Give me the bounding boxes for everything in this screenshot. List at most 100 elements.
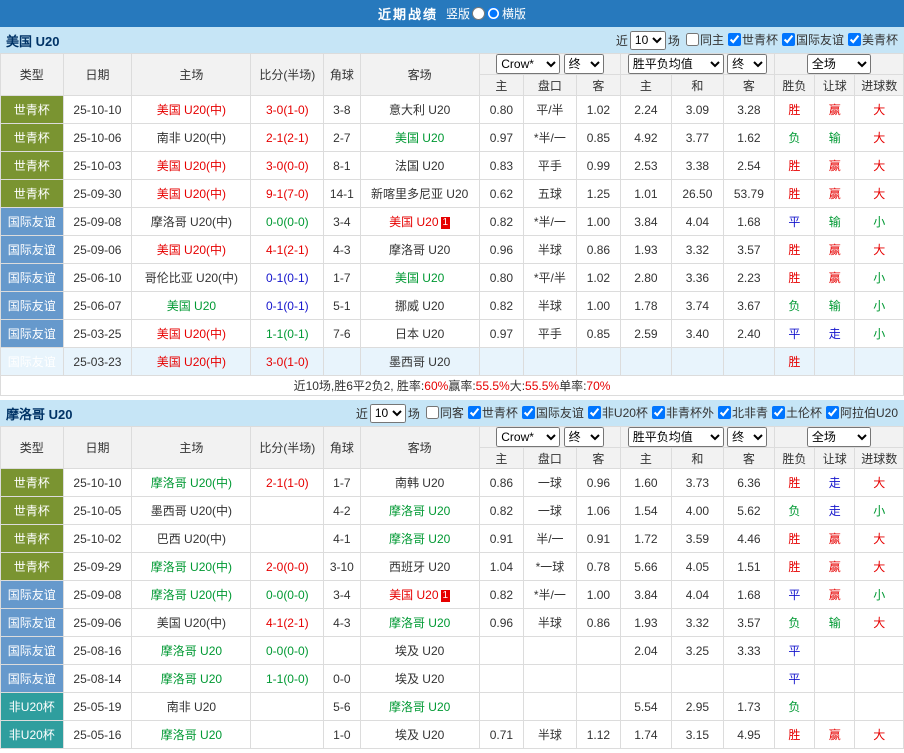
result-wdl: 平 — [773, 580, 816, 609]
euro-away-odds: 1.51 — [723, 552, 775, 581]
ah-home-odds: 0.83 — [478, 151, 525, 180]
filter-checkbox[interactable] — [425, 406, 439, 419]
euro-away-odds: 53.79 — [723, 179, 775, 208]
filter-option[interactable]: 同主 — [682, 31, 724, 48]
result-handicap — [814, 692, 856, 721]
filter-option[interactable]: 北非青 — [714, 404, 768, 421]
match-date: 25-08-14 — [62, 664, 133, 693]
euro-odds-select[interactable]: 胜平负均值 — [627, 427, 724, 447]
ah-handicap-line — [523, 347, 577, 376]
col-away: 客场 — [359, 426, 480, 469]
euro-away-odds: 2.54 — [723, 151, 775, 180]
ah-away-odds — [575, 664, 622, 693]
layout-vertical-radio[interactable] — [472, 7, 485, 20]
filter-checkbox[interactable] — [521, 406, 535, 419]
filter-checkbox[interactable] — [467, 406, 481, 419]
euro-time-select[interactable]: 终 — [727, 427, 768, 447]
match-row: 非U20杯 25-05-16 摩洛哥 U20 1-0 埃及 U20 0.71 半球 1.12 1… — [0, 720, 904, 749]
col-eu-draw: 和 — [670, 74, 725, 96]
filter-option[interactable]: 世青杯 — [464, 404, 518, 421]
home-team: 美国 U20(中) — [131, 179, 252, 208]
match-date: 25-09-08 — [62, 207, 133, 236]
filter-checkbox[interactable] — [651, 406, 665, 419]
result-handicap: 输 — [814, 207, 856, 236]
odds-company-select[interactable]: Crow* — [496, 427, 561, 447]
match-date: 25-10-10 — [62, 95, 133, 124]
match-date: 25-10-02 — [62, 524, 133, 553]
ah-home-odds: 0.96 — [478, 235, 525, 264]
scope-select[interactable]: 全场 — [806, 427, 871, 447]
ah-handicap-line: 半球 — [523, 291, 577, 320]
match-score: 1-1(0-0) — [250, 664, 325, 693]
ah-home-odds: 0.80 — [478, 263, 525, 292]
col-type: 类型 — [0, 53, 64, 96]
competition-type: 国际友谊 — [0, 207, 64, 236]
competition-type: 国际友谊 — [0, 347, 64, 376]
filter-option[interactable]: 同客 — [422, 404, 464, 421]
euro-away-odds: 4.95 — [723, 720, 775, 749]
filter-checkbox[interactable] — [847, 33, 861, 46]
filter-option[interactable]: 国际友谊 — [778, 31, 844, 48]
corner-score: 3-4 — [323, 580, 361, 609]
ah-handicap-line: *半/一 — [523, 123, 577, 152]
ah-handicap-line — [523, 636, 577, 665]
filter-checkbox[interactable] — [587, 406, 601, 419]
scope-select[interactable]: 全场 — [806, 54, 871, 74]
euro-time-select[interactable]: 终 — [727, 54, 768, 74]
match-count-select[interactable]: 10 — [369, 403, 406, 423]
home-team: 美国 U20(中) — [131, 347, 252, 376]
col-type: 类型 — [0, 426, 64, 469]
filter-checkbox[interactable] — [825, 406, 839, 419]
match-count-select[interactable]: 10 — [629, 30, 666, 50]
filter-option[interactable]: 非青杯外 — [648, 404, 714, 421]
euro-away-odds: 3.33 — [723, 636, 775, 665]
ah-handicap-line: 半球 — [523, 235, 577, 264]
ah-handicap-line: 半/一 — [523, 524, 577, 553]
filter-checkbox[interactable] — [727, 33, 741, 46]
away-team: 美国 U20 1 — [359, 580, 480, 609]
filter-checkbox[interactable] — [717, 406, 731, 419]
col-eu-away: 客 — [723, 447, 775, 469]
filter-option[interactable]: 土伦杯 — [768, 404, 822, 421]
filter-checkbox[interactable] — [771, 406, 785, 419]
competition-type: 世青杯 — [0, 95, 64, 124]
odds-time-select[interactable]: 终 — [563, 54, 604, 74]
euro-draw-odds: 3.15 — [670, 720, 725, 749]
layout-horizontal-option[interactable]: 横版 — [487, 5, 526, 22]
ah-handicap-line: 五球 — [523, 179, 577, 208]
match-date: 25-05-19 — [62, 692, 133, 721]
ah-away-odds: 1.06 — [575, 496, 622, 525]
filter-checkbox[interactable] — [781, 33, 795, 46]
home-team: 摩洛哥 U20 — [131, 720, 252, 749]
ah-home-odds: 0.97 — [478, 123, 525, 152]
corner-score: 1-7 — [323, 263, 361, 292]
euro-odds-select[interactable]: 胜平负均值 — [627, 54, 724, 74]
euro-away-odds: 2.40 — [723, 319, 775, 348]
euro-home-odds: 2.80 — [620, 263, 672, 292]
result-goals: 大 — [854, 608, 904, 637]
filter-option[interactable]: 世青杯 — [724, 31, 778, 48]
layout-vertical-option[interactable]: 竖版 — [446, 5, 485, 22]
odds-time-select[interactable]: 终 — [563, 427, 604, 447]
filter-label: 世青杯 — [481, 406, 518, 420]
euro-away-odds: 2.23 — [723, 263, 775, 292]
filter-option[interactable]: 阿拉伯U20 — [822, 404, 898, 421]
result-goals: 大 — [854, 95, 904, 124]
result-goals: 小 — [854, 496, 904, 525]
filter-option[interactable]: 美青杯 — [844, 31, 898, 48]
result-handicap — [814, 347, 856, 376]
corner-score: 4-3 — [323, 235, 361, 264]
match-date: 25-06-07 — [62, 291, 133, 320]
euro-draw-odds: 4.04 — [670, 207, 725, 236]
layout-horizontal-radio[interactable] — [487, 7, 500, 20]
odds-company-select[interactable]: Crow* — [496, 54, 561, 74]
corner-score: 2-7 — [323, 123, 361, 152]
filter-checkbox[interactable] — [685, 33, 699, 46]
filter-option[interactable]: 非U20杯 — [584, 404, 648, 421]
match-score: 1-1(0-1) — [250, 319, 325, 348]
filter-option[interactable]: 国际友谊 — [518, 404, 584, 421]
match-row: 国际友谊 25-09-08 摩洛哥 U20(中) 0-0(0-0) 3-4 美国 U20 1… — [0, 207, 904, 236]
competition-type: 世青杯 — [0, 496, 64, 525]
result-handicap: 输 — [814, 123, 856, 152]
away-team: 南韩 U20 — [359, 468, 480, 497]
